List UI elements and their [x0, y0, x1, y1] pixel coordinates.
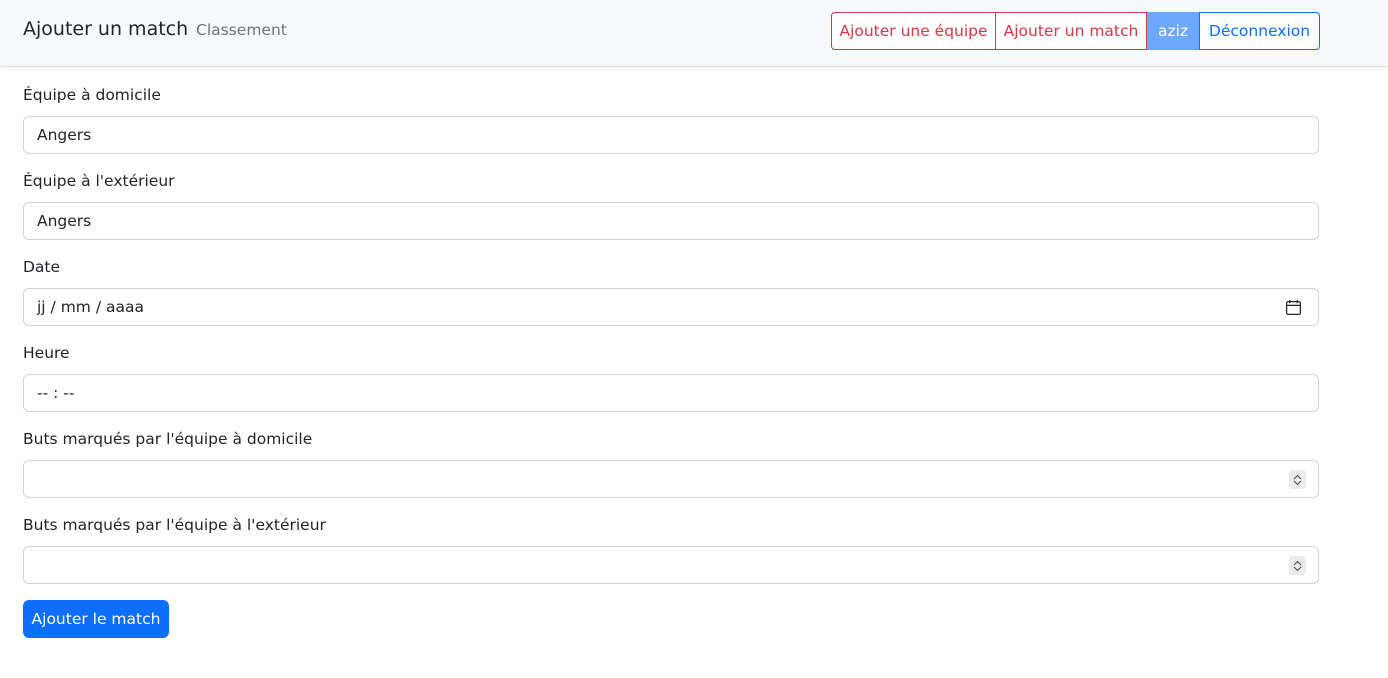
away-goals-input[interactable]	[23, 546, 1319, 584]
spin-down-icon	[1293, 480, 1302, 485]
date-placeholder: jj / mm / aaaa	[37, 298, 144, 316]
home-goals-label: Buts marqués par l'équipe à domicile	[23, 430, 313, 448]
away-team-value: Angers	[37, 212, 92, 230]
time-label: Heure	[23, 344, 70, 362]
away-team-label: Équipe à l'extérieur	[23, 172, 175, 190]
navbar-brand[interactable]: Ajouter un match	[23, 18, 188, 40]
away-goals-spinner[interactable]	[1289, 556, 1306, 575]
navbar-button-group: Ajouter une équipe Ajouter un match aziz…	[831, 12, 1320, 50]
navbar: Ajouter un match Classement Ajouter une …	[0, 0, 1388, 67]
date-label: Date	[23, 258, 61, 276]
date-input[interactable]: jj / mm / aaaa	[23, 288, 1319, 326]
user-button[interactable]: aziz	[1147, 12, 1199, 50]
away-team-select[interactable]: Angers	[23, 202, 1319, 240]
home-goals-input[interactable]	[23, 460, 1319, 498]
time-placeholder: -- : --	[37, 384, 75, 402]
time-input[interactable]: -- : --	[23, 374, 1319, 412]
calendar-icon[interactable]	[1285, 299, 1302, 316]
logout-button[interactable]: Déconnexion	[1199, 12, 1320, 50]
nav-link-classement[interactable]: Classement	[196, 21, 287, 39]
home-team-select[interactable]: Angers	[23, 116, 1319, 154]
home-goals-spinner[interactable]	[1289, 470, 1306, 489]
away-goals-label: Buts marqués par l'équipe à l'extérieur	[23, 516, 326, 534]
add-match-button[interactable]: Ajouter un match	[996, 12, 1147, 50]
home-team-value: Angers	[37, 126, 92, 144]
submit-match-button[interactable]: Ajouter le match	[23, 600, 169, 638]
home-team-label: Équipe à domicile	[23, 86, 161, 104]
spin-down-icon	[1293, 566, 1302, 571]
add-team-button[interactable]: Ajouter une équipe	[831, 12, 996, 50]
